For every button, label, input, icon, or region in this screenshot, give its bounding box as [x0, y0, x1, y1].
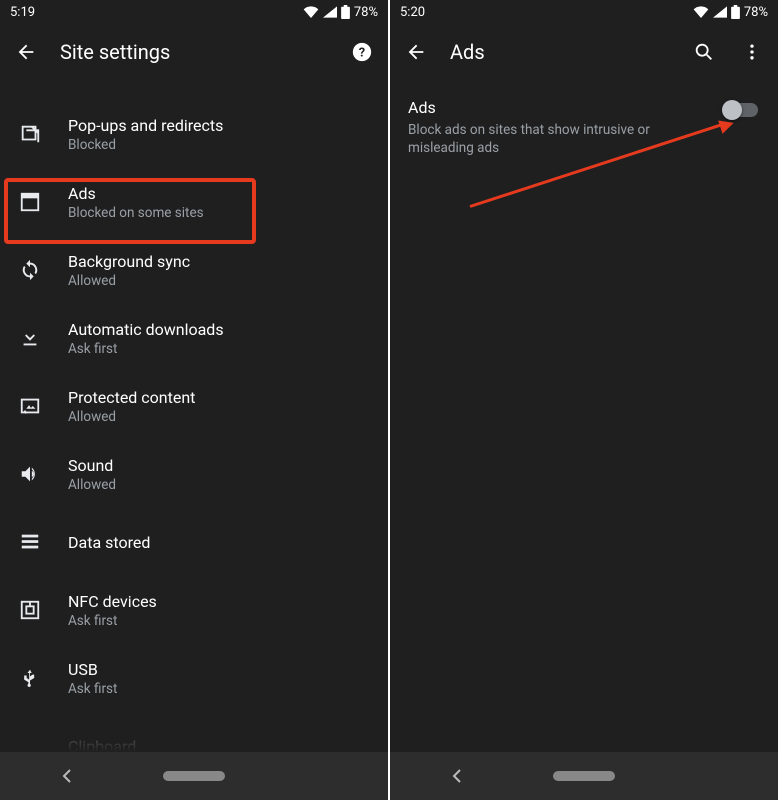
status-icons: 78% [693, 5, 768, 20]
ads-description: Block ads on sites that show intrusive o… [408, 121, 668, 157]
app-bar: Site settings ? [0, 24, 388, 80]
overflow-menu-button[interactable] [738, 38, 766, 66]
status-battery-pct: 78% [744, 5, 768, 20]
setting-sub: Allowed [68, 273, 190, 289]
setting-row-auto-dl[interactable]: Automatic downloads Ask first [0, 304, 388, 372]
status-time: 5:19 [10, 5, 35, 20]
popup-icon [19, 123, 41, 145]
back-button[interactable] [402, 38, 430, 66]
setting-row-nfc[interactable]: NFC devices Ask first [0, 576, 388, 644]
app-bar: Ads [390, 24, 778, 80]
setting-sub: Blocked on some sites [68, 205, 204, 221]
page-title: Site settings [60, 40, 328, 64]
ads-icon [19, 191, 41, 213]
help-button[interactable]: ? [348, 38, 376, 66]
nfc-icon [19, 599, 41, 621]
help-icon: ? [351, 41, 373, 63]
setting-row-ads[interactable]: Ads Blocked on some sites [0, 168, 388, 236]
setting-sub: Ask first [68, 341, 224, 357]
setting-title: Automatic downloads [68, 320, 224, 339]
setting-sub: Allowed [68, 477, 116, 493]
status-bar: 5:19 78% [0, 0, 388, 24]
setting-row-protected[interactable]: Protected content Allowed [0, 372, 388, 440]
nav-home-pill[interactable] [163, 771, 225, 781]
sound-icon [19, 463, 41, 485]
setting-sub: Ask first [68, 613, 157, 629]
setting-row-usb[interactable]: USB Ask first [0, 644, 388, 712]
setting-title: Ads [68, 184, 204, 203]
ads-screen: 5:20 78% Ads Ads Block ads on sites that… [390, 0, 778, 800]
battery-icon [341, 5, 350, 19]
svg-text:?: ? [359, 46, 365, 61]
nav-bar [0, 752, 388, 800]
data-icon [19, 531, 41, 553]
ads-setting-block: Ads Block ads on sites that show intrusi… [390, 80, 778, 175]
status-icons: 78% [303, 5, 378, 20]
setting-title: Pop-ups and redirects [68, 116, 223, 135]
toggle-thumb [722, 100, 742, 120]
setting-title: Sound [68, 456, 116, 475]
back-arrow-icon [405, 41, 427, 63]
setting-row-data[interactable]: Data stored [0, 508, 388, 576]
status-bar: 5:20 78% [390, 0, 778, 24]
setting-row-sound[interactable]: Sound Allowed [0, 440, 388, 508]
nav-bar [390, 752, 778, 800]
wifi-icon [693, 6, 709, 18]
setting-title: Background sync [68, 252, 190, 271]
ads-toggle[interactable] [722, 100, 760, 120]
status-battery-pct: 78% [354, 5, 378, 20]
setting-title: Data stored [68, 533, 150, 552]
more-vert-icon [742, 42, 762, 62]
status-time: 5:20 [400, 5, 425, 20]
signal-icon [713, 6, 727, 18]
settings-list: Pop-ups and redirects Blocked Ads Blocked … [0, 80, 388, 752]
download-icon [19, 327, 41, 349]
setting-title: USB [68, 660, 117, 679]
setting-sub: Ask first [68, 681, 117, 697]
battery-icon [731, 5, 740, 19]
nav-back-button[interactable] [451, 768, 463, 784]
site-settings-screen: 5:19 78% Site settings ? Pop-ups and red… [0, 0, 388, 800]
setting-title: Protected content [68, 388, 195, 407]
setting-sub: Blocked [68, 137, 223, 153]
sync-icon [19, 259, 41, 281]
search-button[interactable] [690, 38, 718, 66]
setting-title: NFC devices [68, 592, 157, 611]
search-icon [693, 41, 715, 63]
setting-row-clipboard[interactable]: Clipboard [0, 712, 388, 752]
back-arrow-icon [15, 41, 37, 63]
setting-sub: Allowed [68, 409, 195, 425]
setting-row-bg-sync[interactable]: Background sync Allowed [0, 236, 388, 304]
protected-icon [19, 395, 41, 417]
setting-row-popups[interactable]: Pop-ups and redirects Blocked [0, 100, 388, 168]
signal-icon [323, 6, 337, 18]
back-button[interactable] [12, 38, 40, 66]
page-title: Ads [450, 40, 670, 64]
nav-back-button[interactable] [61, 768, 73, 784]
ads-title: Ads [408, 98, 760, 117]
setting-title: Clipboard [68, 737, 136, 753]
wifi-icon [303, 6, 319, 18]
nav-home-pill[interactable] [553, 771, 615, 781]
usb-icon [20, 667, 40, 689]
